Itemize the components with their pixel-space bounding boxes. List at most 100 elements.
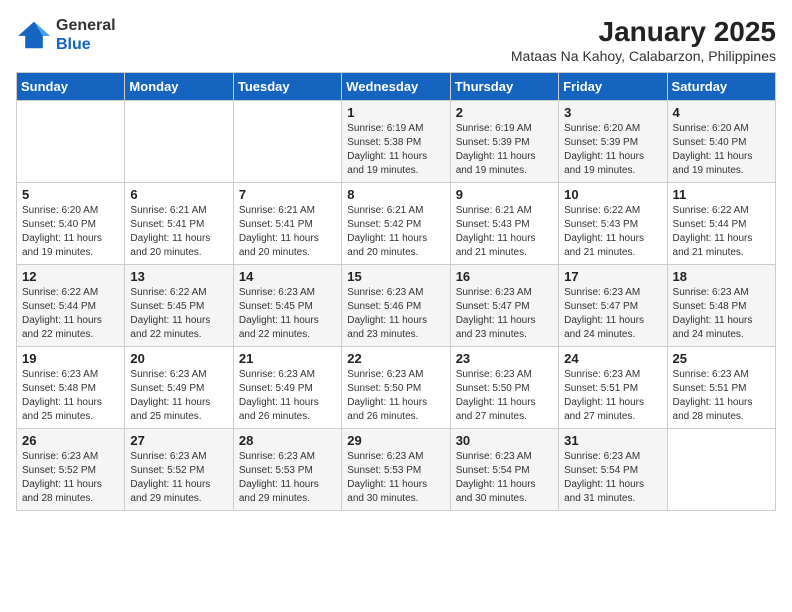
day-number: 7 bbox=[239, 187, 336, 202]
day-header-friday: Friday bbox=[559, 73, 667, 101]
calendar-cell: 27Sunrise: 6:23 AMSunset: 5:52 PMDayligh… bbox=[125, 429, 233, 511]
calendar-table: SundayMondayTuesdayWednesdayThursdayFrid… bbox=[16, 72, 776, 511]
calendar-cell: 11 Sunrise: 6:22 AMSunset: 5:44 PMDayligh… bbox=[667, 183, 775, 265]
calendar-week-2: 5Sunrise: 6:20 AMSunset: 5:40 PMDaylight… bbox=[17, 183, 776, 265]
day-number: 3 bbox=[564, 105, 661, 120]
day-info: Sunrise: 6:20 AMSunset: 5:39 PMDaylight:… bbox=[564, 122, 661, 178]
day-info: Sunrise: 6:23 AMSunset: 5:49 PMDaylight:… bbox=[239, 368, 336, 424]
day-info: Sunrise: 6:23 AMSunset: 5:54 PMDaylight:… bbox=[564, 450, 661, 506]
calendar-cell: 22 Sunrise: 6:23 AMSunset: 5:50 PMDayligh… bbox=[342, 347, 450, 429]
day-info: Sunrise: 6:23 AMSunset: 5:45 PMDaylight:… bbox=[239, 286, 336, 342]
logo: General Blue bbox=[16, 16, 116, 54]
logo-blue: Blue bbox=[56, 36, 91, 53]
day-number: 22 bbox=[347, 351, 444, 366]
day-header-thursday: Thursday bbox=[450, 73, 558, 101]
day-info: Sunrise: 6:23 AMSunset: 5:50 PMDaylight:… bbox=[347, 368, 444, 424]
day-number: 14 bbox=[239, 269, 336, 284]
calendar-cell: 19Sunrise: 6:23 AMSunset: 5:48 PMDayligh… bbox=[17, 347, 125, 429]
calendar-cell bbox=[125, 101, 233, 183]
day-header-wednesday: Wednesday bbox=[342, 73, 450, 101]
calendar-week-5: 26Sunrise: 6:23 AMSunset: 5:52 PMDayligh… bbox=[17, 429, 776, 511]
day-number: 31 bbox=[564, 433, 661, 448]
day-info: Sunrise: 6:20 AMSunset: 5:40 PMDaylight:… bbox=[673, 122, 770, 178]
calendar-cell: 9 Sunrise: 6:21 AMSunset: 5:43 PMDaylight… bbox=[450, 183, 558, 265]
day-number: 12 bbox=[22, 269, 119, 284]
day-info: Sunrise: 6:22 AMSunset: 5:44 PMDaylight:… bbox=[22, 286, 119, 342]
page-title: January 2025 bbox=[511, 16, 776, 48]
calendar-week-3: 12 Sunrise: 6:22 AMSunset: 5:44 PMDayligh… bbox=[17, 265, 776, 347]
day-info: Sunrise: 6:23 AMSunset: 5:47 PMDaylight:… bbox=[564, 286, 661, 342]
calendar-cell: 23 Sunrise: 6:23 AMSunset: 5:50 PMDayligh… bbox=[450, 347, 558, 429]
day-number: 6 bbox=[130, 187, 227, 202]
day-number: 16 bbox=[456, 269, 553, 284]
day-number: 29 bbox=[347, 433, 444, 448]
day-number: 18 bbox=[673, 269, 770, 284]
day-number: 30 bbox=[456, 433, 553, 448]
calendar-cell: 2 Sunrise: 6:19 AMSunset: 5:39 PMDaylight… bbox=[450, 101, 558, 183]
page-header: General Blue January 2025 Mataas Na Kaho… bbox=[16, 16, 776, 64]
calendar-cell bbox=[667, 429, 775, 511]
day-number: 9 bbox=[456, 187, 553, 202]
day-info: Sunrise: 6:21 AMSunset: 5:41 PMDaylight:… bbox=[130, 204, 227, 260]
day-info: Sunrise: 6:23 AMSunset: 5:53 PMDaylight:… bbox=[347, 450, 444, 506]
day-info: Sunrise: 6:23 AMSunset: 5:49 PMDaylight:… bbox=[130, 368, 227, 424]
calendar-cell: 1Sunrise: 6:19 AMSunset: 5:38 PMDaylight… bbox=[342, 101, 450, 183]
calendar-cell bbox=[17, 101, 125, 183]
calendar-cell: 10Sunrise: 6:22 AMSunset: 5:43 PMDayligh… bbox=[559, 183, 667, 265]
calendar-cell: 3 Sunrise: 6:20 AMSunset: 5:39 PMDaylight… bbox=[559, 101, 667, 183]
day-info: Sunrise: 6:23 AMSunset: 5:48 PMDaylight:… bbox=[22, 368, 119, 424]
day-number: 10 bbox=[564, 187, 661, 202]
day-info: Sunrise: 6:19 AMSunset: 5:38 PMDaylight:… bbox=[347, 122, 444, 178]
day-number: 23 bbox=[456, 351, 553, 366]
day-info: Sunrise: 6:22 AMSunset: 5:44 PMDaylight:… bbox=[673, 204, 770, 260]
day-info: Sunrise: 6:22 AMSunset: 5:45 PMDaylight:… bbox=[130, 286, 227, 342]
calendar-cell: 4 Sunrise: 6:20 AMSunset: 5:40 PMDaylight… bbox=[667, 101, 775, 183]
calendar-cell: 25 Sunrise: 6:23 AMSunset: 5:51 PMDayligh… bbox=[667, 347, 775, 429]
day-number: 17 bbox=[564, 269, 661, 284]
day-info: Sunrise: 6:20 AMSunset: 5:40 PMDaylight:… bbox=[22, 204, 119, 260]
calendar-cell: 29 Sunrise: 6:23 AMSunset: 5:53 PMDayligh… bbox=[342, 429, 450, 511]
title-block: January 2025 Mataas Na Kahoy, Calabarzon… bbox=[511, 16, 776, 64]
calendar-cell: 12 Sunrise: 6:22 AMSunset: 5:44 PMDayligh… bbox=[17, 265, 125, 347]
day-info: Sunrise: 6:21 AMSunset: 5:43 PMDaylight:… bbox=[456, 204, 553, 260]
calendar-cell: 15Sunrise: 6:23 AMSunset: 5:46 PMDayligh… bbox=[342, 265, 450, 347]
day-info: Sunrise: 6:23 AMSunset: 5:51 PMDaylight:… bbox=[673, 368, 770, 424]
calendar-cell bbox=[233, 101, 341, 183]
calendar-week-1: 1Sunrise: 6:19 AMSunset: 5:38 PMDaylight… bbox=[17, 101, 776, 183]
calendar-cell: 16 Sunrise: 6:23 AMSunset: 5:47 PMDayligh… bbox=[450, 265, 558, 347]
logo-icon bbox=[16, 20, 52, 50]
day-number: 13 bbox=[130, 269, 227, 284]
calendar-cell: 28Sunrise: 6:23 AMSunset: 5:53 PMDayligh… bbox=[233, 429, 341, 511]
calendar-cell: 5Sunrise: 6:20 AMSunset: 5:40 PMDaylight… bbox=[17, 183, 125, 265]
day-info: Sunrise: 6:23 AMSunset: 5:54 PMDaylight:… bbox=[456, 450, 553, 506]
day-header-tuesday: Tuesday bbox=[233, 73, 341, 101]
day-number: 4 bbox=[673, 105, 770, 120]
day-number: 25 bbox=[673, 351, 770, 366]
logo-general: General bbox=[56, 17, 116, 34]
day-info: Sunrise: 6:21 AMSunset: 5:42 PMDaylight:… bbox=[347, 204, 444, 260]
day-info: Sunrise: 6:23 AMSunset: 5:53 PMDaylight:… bbox=[239, 450, 336, 506]
day-header-sunday: Sunday bbox=[17, 73, 125, 101]
calendar-cell: 18Sunrise: 6:23 AMSunset: 5:48 PMDayligh… bbox=[667, 265, 775, 347]
day-number: 2 bbox=[456, 105, 553, 120]
calendar-cell: 21Sunrise: 6:23 AMSunset: 5:49 PMDayligh… bbox=[233, 347, 341, 429]
day-number: 8 bbox=[347, 187, 444, 202]
day-number: 15 bbox=[347, 269, 444, 284]
calendar-cell: 26Sunrise: 6:23 AMSunset: 5:52 PMDayligh… bbox=[17, 429, 125, 511]
day-info: Sunrise: 6:19 AMSunset: 5:39 PMDaylight:… bbox=[456, 122, 553, 178]
day-info: Sunrise: 6:23 AMSunset: 5:50 PMDaylight:… bbox=[456, 368, 553, 424]
calendar-body: 1Sunrise: 6:19 AMSunset: 5:38 PMDaylight… bbox=[17, 101, 776, 511]
calendar-cell: 30 Sunrise: 6:23 AMSunset: 5:54 PMDayligh… bbox=[450, 429, 558, 511]
day-info: Sunrise: 6:23 AMSunset: 5:47 PMDaylight:… bbox=[456, 286, 553, 342]
logo-text: General Blue bbox=[56, 16, 116, 54]
day-info: Sunrise: 6:23 AMSunset: 5:52 PMDaylight:… bbox=[22, 450, 119, 506]
calendar-cell: 17 Sunrise: 6:23 AMSunset: 5:47 PMDayligh… bbox=[559, 265, 667, 347]
day-number: 11 bbox=[673, 187, 770, 202]
calendar-cell: 31 Sunrise: 6:23 AMSunset: 5:54 PMDayligh… bbox=[559, 429, 667, 511]
day-info: Sunrise: 6:23 AMSunset: 5:51 PMDaylight:… bbox=[564, 368, 661, 424]
day-number: 24 bbox=[564, 351, 661, 366]
calendar-cell: 6 Sunrise: 6:21 AMSunset: 5:41 PMDaylight… bbox=[125, 183, 233, 265]
calendar-cell: 8 Sunrise: 6:21 AMSunset: 5:42 PMDaylight… bbox=[342, 183, 450, 265]
day-info: Sunrise: 6:23 AMSunset: 5:52 PMDaylight:… bbox=[130, 450, 227, 506]
calendar-cell: 13 Sunrise: 6:22 AMSunset: 5:45 PMDayligh… bbox=[125, 265, 233, 347]
